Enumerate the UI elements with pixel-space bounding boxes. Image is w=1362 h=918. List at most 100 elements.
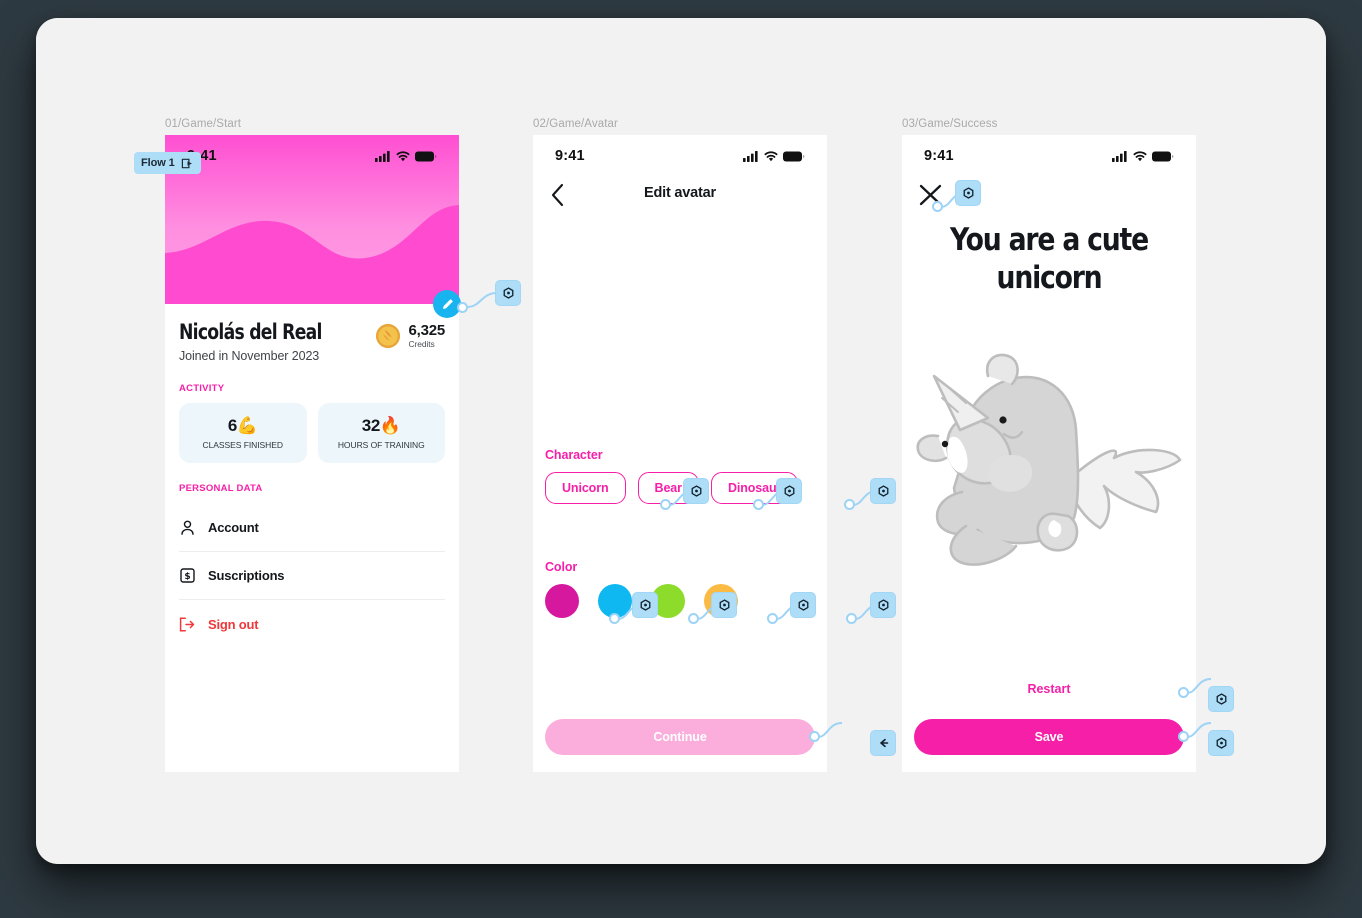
stat-label: CLASSES FINISHED (202, 440, 284, 450)
list-item-sign-out[interactable]: Sign out (179, 600, 445, 648)
credits-value: 6,325 (408, 322, 445, 340)
prototype-interaction-icon (784, 484, 794, 497)
frame-label-1[interactable]: 01/Game/Start (165, 118, 241, 130)
pencil-icon (442, 298, 453, 309)
prototype-connector-dot[interactable] (767, 613, 778, 624)
eye-left (941, 440, 949, 448)
prototype-connector-dot[interactable] (844, 499, 855, 510)
restart-link[interactable]: Restart (914, 682, 1184, 696)
prototype-interaction-icon (963, 186, 973, 199)
prototype-connector-dot[interactable] (609, 613, 620, 624)
sign-out-icon (179, 616, 195, 632)
flow-badge[interactable]: Flow 1 (134, 152, 201, 174)
prototype-interaction-icon (503, 286, 513, 299)
activity-section-label: ACTIVITY (179, 383, 225, 394)
page-title: Edit avatar (644, 185, 716, 201)
prototype-interaction-node[interactable] (1208, 730, 1234, 756)
list-item-label: Account (208, 520, 259, 535)
figma-canvas[interactable]: Flow 1 01/Game/Start 9:41 Nicolás del Re… (36, 18, 1326, 864)
dollar-box-icon: $ (179, 568, 195, 583)
svg-text:$: $ (184, 572, 190, 582)
screen-game-avatar: 9:41 Edit avatar Character Unicorn Bear … (533, 135, 827, 772)
prototype-connector-dot[interactable] (1178, 687, 1189, 698)
list-item-suscriptions[interactable]: $ Suscriptions (179, 552, 445, 600)
prototype-interaction-node[interactable] (632, 592, 658, 618)
prototype-multiple-connections-node[interactable] (870, 730, 896, 756)
prototype-interaction-icon (798, 598, 808, 611)
prototype-interaction-node[interactable] (1208, 686, 1234, 712)
prototype-interaction-node[interactable] (790, 592, 816, 618)
prototype-connector-dot[interactable] (457, 302, 468, 313)
stat-value: 32🔥 (361, 416, 401, 435)
prototype-interaction-icon (1216, 736, 1226, 749)
nav-bar-avatar: Edit avatar (533, 177, 827, 219)
prototype-interaction-icon (878, 484, 888, 497)
list-item-account[interactable]: Account (179, 504, 445, 552)
prototype-interaction-icon (640, 598, 650, 611)
wifi-icon (764, 150, 778, 161)
cellular-signal-icon (1112, 150, 1127, 162)
prototype-interaction-node[interactable] (870, 478, 896, 504)
credits-label: Credits (408, 338, 435, 349)
prototype-connector-dot[interactable] (1178, 731, 1189, 742)
prototype-interaction-node[interactable] (683, 478, 709, 504)
wifi-icon (396, 150, 410, 161)
status-time: 9:41 (924, 148, 954, 164)
prototype-interaction-icon (719, 598, 729, 611)
character-option-unicorn[interactable]: Unicorn (545, 472, 626, 504)
frame-label-2[interactable]: 02/Game/Avatar (533, 118, 618, 130)
prototype-connector-dot[interactable] (660, 499, 671, 510)
frame-03-game-success: 03/Game/Success 9:41 You are a cute unic… (902, 118, 1234, 772)
prototype-interaction-node[interactable] (711, 592, 737, 618)
status-icons (375, 150, 437, 162)
stat-card-classes[interactable]: 6💪 CLASSES FINISHED (179, 403, 307, 463)
profile-name: Nicolás del Real (179, 320, 322, 344)
prototype-connector-dot[interactable] (688, 613, 699, 624)
frame-02-game-avatar: 02/Game/Avatar 9:41 Edit avatar Characte… (533, 118, 896, 772)
prototype-multiple-connections-icon (880, 738, 889, 748)
prototype-connector-dot[interactable] (932, 201, 943, 212)
character-label: Character (545, 448, 603, 462)
flow-badge-label: Flow 1 (141, 157, 175, 169)
screenshot-root: Flow 1 01/Game/Start 9:41 Nicolás del Re… (0, 0, 1362, 918)
status-bar-1: 9:41 (165, 135, 459, 177)
flow-start-icon (181, 158, 192, 168)
prototype-connector-dot[interactable] (753, 499, 764, 510)
status-icons (1112, 150, 1174, 162)
color-label: Color (545, 560, 578, 574)
prototype-connector-dot[interactable] (846, 613, 857, 624)
prototype-interaction-node[interactable] (955, 180, 981, 206)
list-item-label: Sign out (208, 616, 259, 632)
prototype-interaction-node[interactable] (495, 280, 521, 306)
stat-card-hours[interactable]: 32🔥 HOURS OF TRAINING (317, 403, 445, 463)
prototype-connector-line (817, 722, 843, 738)
muscle-emoji: 💪 (236, 416, 258, 435)
prototype-interaction-node[interactable] (870, 592, 896, 618)
list-item-label: Suscriptions (208, 568, 285, 583)
unicorn-figure (916, 353, 1182, 566)
credits-widget: 6,325 Credits (375, 323, 445, 349)
status-time: 9:41 (555, 148, 585, 164)
battery-icon (1152, 151, 1174, 161)
save-button[interactable]: Save (914, 719, 1184, 755)
battery-icon (415, 151, 437, 161)
unicorn-illustration (902, 300, 1196, 600)
status-bar-2: 9:41 (533, 135, 827, 177)
prototype-interaction-icon (878, 598, 888, 611)
cellular-signal-icon (375, 150, 390, 162)
profile-header: Nicolás del Real Joined in November 2023 (179, 320, 445, 363)
status-icons (743, 150, 805, 162)
prototype-interaction-node[interactable] (776, 478, 802, 504)
frame-label-3[interactable]: 03/Game/Success (902, 118, 997, 130)
personal-data-list: Account $ Suscriptions Sign out (179, 504, 445, 648)
continue-button[interactable]: Continue (545, 719, 815, 755)
app-window: Flow 1 01/Game/Start 9:41 Nicolás del Re… (36, 18, 1326, 864)
prototype-interaction-icon (691, 484, 701, 497)
color-swatch-magenta[interactable] (545, 584, 579, 618)
credits-text: 6,325 Credits (408, 323, 445, 349)
status-bar-3: 9:41 (902, 135, 1196, 177)
success-title: You are a cute unicorn (950, 222, 1149, 296)
stat-label: HOURS OF TRAINING (337, 440, 425, 450)
prototype-connector-dot[interactable] (809, 731, 820, 742)
person-icon (179, 520, 195, 536)
